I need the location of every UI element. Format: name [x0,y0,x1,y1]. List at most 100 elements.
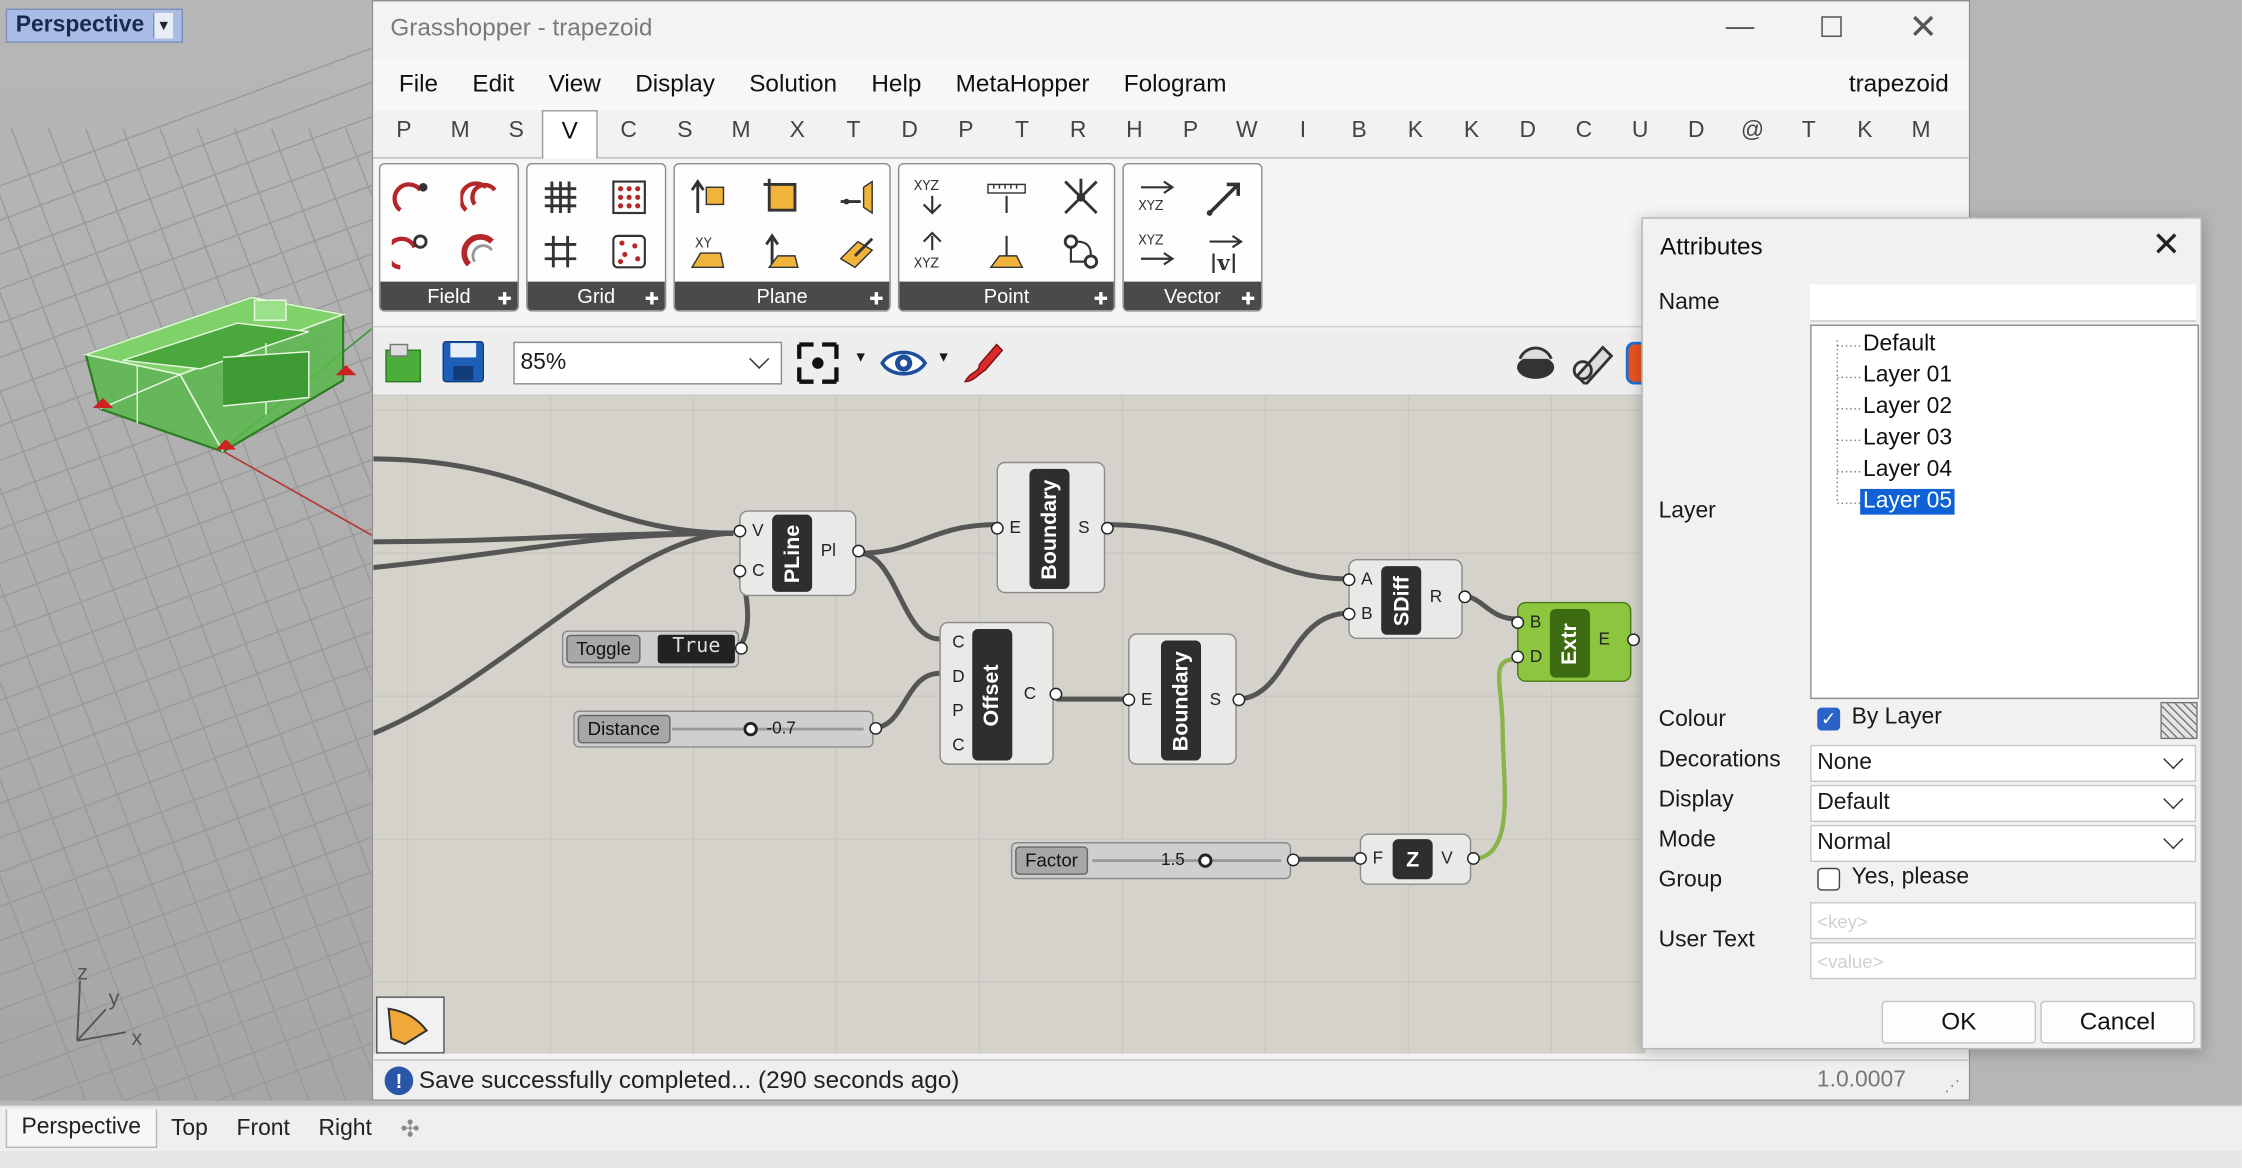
output-grip[interactable] [1100,521,1114,535]
input-grip[interactable] [1354,852,1367,865]
component-tab-u[interactable]: U [1612,119,1668,145]
component-tab-b[interactable]: B [1331,119,1387,145]
component-tab-l[interactable]: L [1949,119,1968,145]
selected-geometry[interactable] [80,272,366,472]
menu-view[interactable]: View [531,64,618,104]
menu-file[interactable]: File [382,64,456,104]
document-name[interactable]: trapezoid [1849,70,1949,99]
menu-edit[interactable]: Edit [455,64,531,104]
deconstruct-vector-icon[interactable]: XYZ [1132,227,1181,276]
plane-normal-icon[interactable] [832,173,881,222]
input-grip[interactable] [1122,693,1136,707]
shaded-preview-icon[interactable] [1568,342,1614,387]
extrude-component[interactable]: B D Extr E [1511,601,1640,682]
offset-component[interactable]: C D P C Offset C [939,621,1063,765]
component-tab-k[interactable]: K [1444,119,1500,145]
menu-solution[interactable]: Solution [732,64,854,104]
name-input[interactable] [1810,284,2197,322]
component-tab-d[interactable]: D [1500,119,1556,145]
component-tab-k[interactable]: K [1387,119,1443,145]
component-tab-s[interactable]: S [657,119,713,145]
construct-point-icon[interactable]: XYZ [908,173,957,222]
sdiff-component[interactable]: A B SDiff R [1342,558,1472,640]
hexagonal-grid-icon[interactable] [536,227,585,276]
input-grip[interactable] [1511,616,1525,630]
numbers-to-points-icon[interactable] [982,173,1031,222]
point-on-plane-icon[interactable] [982,227,1031,276]
component-tab-h[interactable]: H [1107,119,1163,145]
component-tab-p[interactable]: P [376,119,432,145]
expand-icon[interactable]: ✚ [869,289,883,309]
display-select[interactable]: Default [1810,784,2197,823]
component-tab-p[interactable]: P [1163,119,1219,145]
layer-item-03[interactable]: Layer 03 [1860,426,1955,452]
input-grip[interactable] [990,521,1004,535]
preview-eye-icon[interactable] [879,345,928,382]
component-tab-t[interactable]: T [826,119,882,145]
input-grip[interactable] [733,524,747,538]
ok-button[interactable]: OK [1881,1000,2037,1044]
component-tab-v[interactable]: V [541,110,598,159]
group-checkbox[interactable] [1817,867,1841,891]
deconstruct-point-icon[interactable]: XYZ [908,227,957,276]
construct-plane-icon[interactable] [758,227,807,276]
component-tab-d[interactable]: D [1668,119,1724,145]
square-grid-icon[interactable] [605,173,654,222]
expand-icon[interactable]: ✚ [497,289,511,309]
zoom-extents-icon[interactable] [796,342,839,385]
user-text-value-input[interactable]: <value> [1810,942,2197,980]
populate-grid-icon[interactable] [605,227,654,276]
mode-select[interactable]: Normal [1810,824,2197,863]
adjust-plane-icon[interactable] [832,227,881,276]
toggle-value[interactable]: True [657,634,735,664]
output-grip[interactable] [1286,853,1300,867]
open-file-icon[interactable] [385,342,422,385]
component-tab-t[interactable]: T [1781,119,1837,145]
component-tab-m[interactable]: M [713,119,769,145]
maximize-button[interactable]: ☐ [1786,1,1878,52]
vector-xyz-icon[interactable]: XYZ [1132,173,1181,222]
vector-force-icon[interactable] [458,227,507,276]
point-charge-icon[interactable] [389,173,438,222]
output-grip[interactable] [869,721,883,735]
input-grip[interactable] [1511,650,1525,664]
factor-slider[interactable]: Factor 1.5 [1010,842,1300,880]
output-grip[interactable] [1232,693,1246,707]
slider-knob[interactable] [743,721,758,737]
menu-help[interactable]: Help [854,64,938,104]
output-grip[interactable] [1466,852,1480,865]
layer-tree[interactable]: Default Layer 01 Layer 02 Layer 03 Layer… [1810,324,2200,700]
layer-item-02[interactable]: Layer 02 [1860,395,1955,421]
pline-component[interactable]: V C PLine Pl [733,510,866,597]
viewport-title[interactable]: Perspective ▼ [5,8,184,43]
xy-plane-icon[interactable]: XY [683,227,732,276]
output-grip[interactable] [1049,687,1063,701]
sketch-brush-icon[interactable] [959,339,1008,388]
expand-icon[interactable]: ✚ [1094,289,1108,309]
canvas-widget-icon[interactable] [376,996,445,1054]
viewport-tab-perspective[interactable]: Perspective [5,1109,157,1148]
component-tab-m[interactable]: M [432,119,488,145]
component-tab-c[interactable]: C [1556,119,1612,145]
layer-item-04[interactable]: Layer 04 [1860,457,1955,483]
dropdown-arrow-icon[interactable]: ▼ [854,350,868,366]
component-tab-m[interactable]: M [1893,119,1949,145]
user-text-key-input[interactable]: <key> [1810,902,2197,940]
point-cloud-icon[interactable] [1057,173,1106,222]
output-grip[interactable] [1458,590,1472,604]
input-grip[interactable] [1342,607,1356,621]
boolean-toggle[interactable]: Toggle True [561,630,748,668]
layer-item-01[interactable]: Layer 01 [1860,363,1955,389]
component-tab-i[interactable]: I [1275,119,1331,145]
unit-vector-icon[interactable]: |v| [1201,227,1250,276]
expand-icon[interactable]: ✚ [645,289,659,309]
menu-display[interactable]: Display [618,64,732,104]
zoom-select[interactable]: 85% [513,341,783,385]
input-grip[interactable] [1342,573,1356,587]
close-icon[interactable]: ✕ [2152,224,2181,265]
distance-slider[interactable]: Distance -0.7 [573,710,883,748]
layer-item-05[interactable]: Layer 05 [1860,488,1955,515]
component-tab-c[interactable]: C [601,119,657,145]
colour-swatch[interactable] [2160,701,2198,740]
line-charge-icon[interactable] [458,173,507,222]
